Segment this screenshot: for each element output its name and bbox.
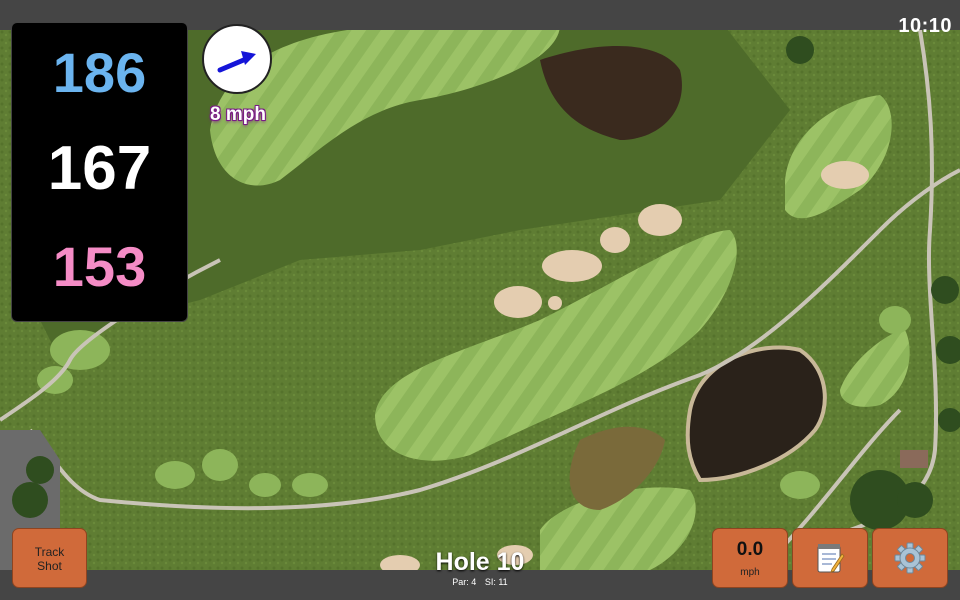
gear-icon [894, 542, 926, 574]
track-shot-label-line1: Track [34, 545, 65, 559]
distance-front: 153 [52, 235, 147, 298]
notepad-icon [817, 544, 845, 573]
distance-panel: 186 167 153 [11, 22, 188, 322]
speed-button[interactable]: 0.0 mph [712, 528, 788, 588]
notes-button[interactable] [792, 528, 868, 588]
hole-stroke-index: SI: 11 [484, 577, 508, 587]
hole-title: Hole 10 [435, 548, 525, 576]
status-time: 10:10 [898, 15, 952, 37]
speed-unit: mph [740, 567, 760, 578]
distance-middle: 167 [47, 134, 152, 203]
distance-back: 186 [52, 41, 147, 104]
speed-value: 0.0 [736, 539, 764, 560]
track-shot-label-line2: Shot [37, 559, 62, 573]
track-shot-button[interactable]: Track Shot [12, 528, 87, 588]
hole-par: Par: 4 [452, 577, 477, 587]
wind-speed-label: 8 mph [210, 104, 266, 125]
wind-direction-arrow-icon [217, 51, 256, 73]
wind-indicator [202, 24, 272, 94]
settings-button[interactable] [872, 528, 948, 588]
hole-info: Par: 4 SI: 11 [380, 577, 580, 587]
